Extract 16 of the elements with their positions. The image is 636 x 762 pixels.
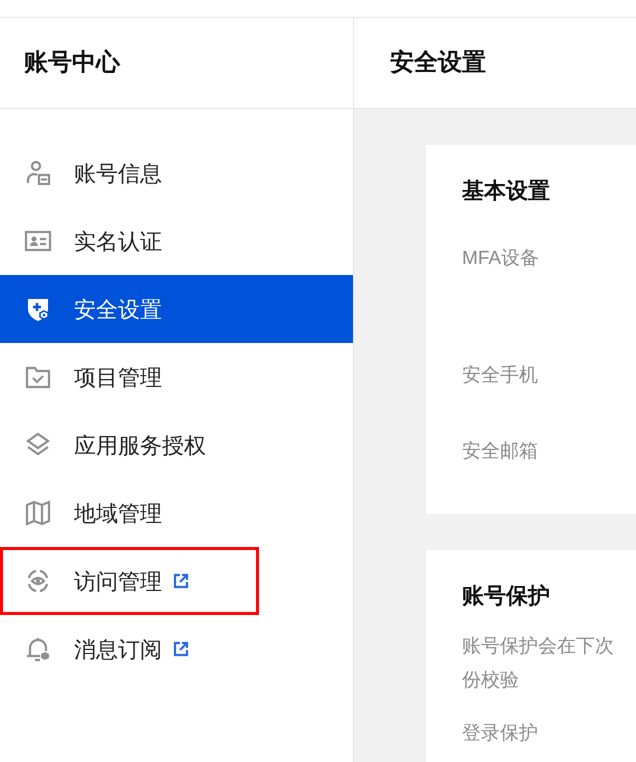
bell-icon xyxy=(24,635,52,663)
map-icon xyxy=(24,499,52,527)
field-label: MFA设备 xyxy=(462,248,540,269)
person-card-icon xyxy=(24,159,52,187)
external-link-icon xyxy=(172,572,190,590)
external-link-icon xyxy=(172,640,190,658)
field-label: 登录保护 xyxy=(462,723,538,744)
card-title: 账号保护 xyxy=(462,582,551,610)
field-label: 安全邮箱 xyxy=(462,441,538,462)
sidebar-title: 账号中心 xyxy=(24,48,120,78)
card-title: 基本设置 xyxy=(462,177,551,205)
card-description: 账号保护会在下次 份校验 xyxy=(462,635,615,693)
nav-item[interactable]: 安全设置 xyxy=(0,275,353,343)
nav-item[interactable]: 访问管理 xyxy=(0,547,259,615)
page-title: 安全设置 xyxy=(390,48,486,78)
field-label: 安全手机 xyxy=(462,365,538,386)
